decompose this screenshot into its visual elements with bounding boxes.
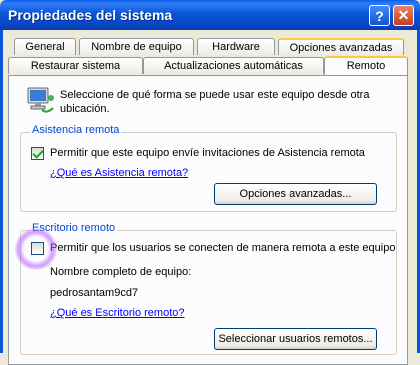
title-bar[interactable]: Propiedades del sistema ? ✕ [0, 0, 420, 30]
select-remote-users-button[interactable]: Seleccionar usuarios remotos... [214, 328, 377, 350]
window-title: Propiedades del sistema [8, 7, 173, 23]
assistance-group-title: Asistencia remota [30, 124, 122, 136]
computer-network-icon [25, 86, 55, 119]
tab-automatic-updates[interactable]: Actualizaciones automáticas [143, 57, 324, 74]
computer-name-label: Nombre completo de equipo: [50, 266, 192, 278]
tab-computer-name[interactable]: Nombre de equipo [79, 38, 194, 55]
computer-name-value: pedrosantam9cd7 [50, 287, 139, 299]
close-button[interactable]: ✕ [393, 5, 414, 26]
help-button[interactable]: ? [369, 5, 390, 26]
desktop-help-link[interactable]: ¿Qué es Escritorio remoto? [50, 307, 185, 319]
tab-system-restore[interactable]: Restaurar sistema [8, 57, 143, 74]
advanced-options-button[interactable]: Opciones avanzadas... [214, 183, 377, 205]
desktop-checkbox-label[interactable]: Permitir que los usuarios se conecten de… [50, 242, 395, 254]
tab-general[interactable]: General [14, 38, 76, 55]
desktop-group-title: Escritorio remoto [30, 222, 118, 234]
desktop-checkbox[interactable] [31, 242, 44, 255]
remote-intro-text: Seleccione de qué forma se puede usar es… [60, 89, 370, 115]
assistance-checkbox[interactable] [31, 147, 44, 160]
tab-advanced[interactable]: Opciones avanzadas [278, 38, 404, 55]
assistance-checkbox-label[interactable]: Permitir que este equipo envíe invitacio… [50, 147, 365, 159]
tab-hardware[interactable]: Hardware [197, 38, 275, 55]
assistance-help-link[interactable]: ¿Qué es Asistencia remota? [50, 167, 188, 179]
tab-remote[interactable]: Remoto [324, 56, 408, 75]
